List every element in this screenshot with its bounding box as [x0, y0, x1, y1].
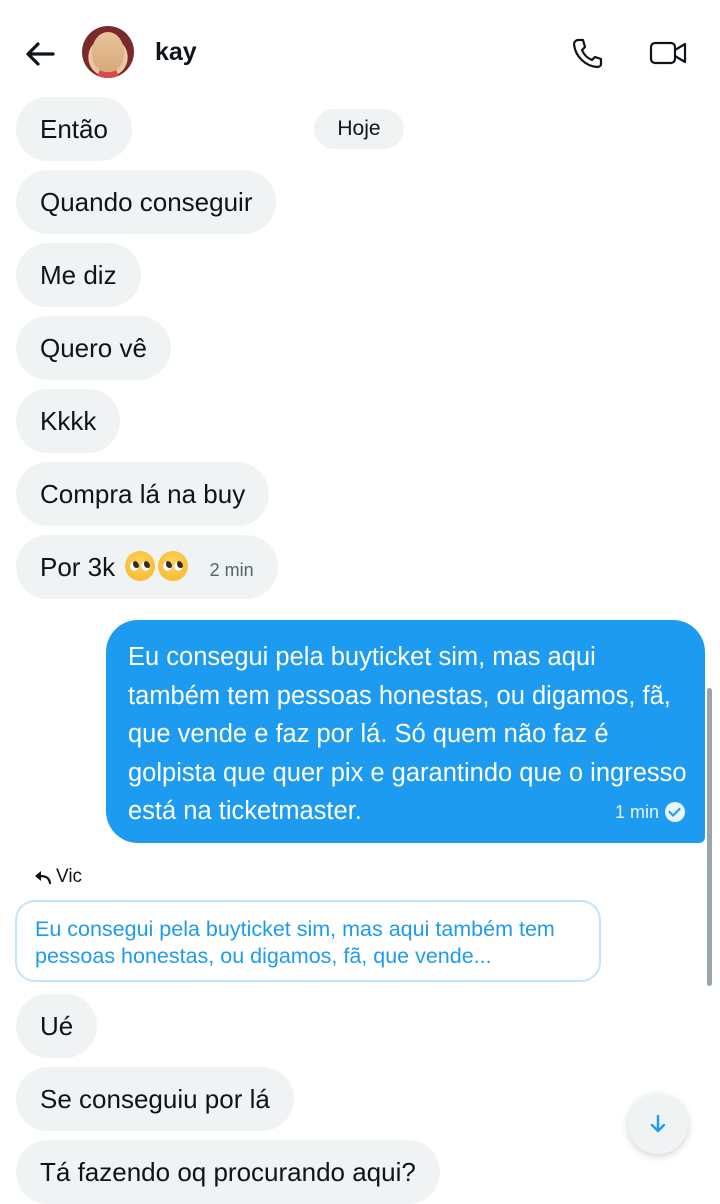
message-text: Se conseguiu por lá: [40, 1084, 270, 1114]
message-text: Então: [40, 114, 108, 144]
reply-author: Vic: [56, 866, 83, 887]
message-text: Me diz: [40, 260, 117, 290]
scroll-to-bottom-button[interactable]: [628, 1094, 688, 1154]
message-bubble-incoming[interactable]: Ué: [16, 994, 98, 1058]
call-button[interactable]: [570, 36, 604, 70]
reply-indicator: Vic: [34, 866, 82, 888]
message-text: Eu consegui pela buyticket sim, mas aqui…: [128, 643, 687, 825]
message-text: Ué: [40, 1011, 74, 1041]
message-timestamp: 1 min: [614, 801, 659, 822]
phone-icon: [572, 38, 603, 69]
message-bubble-incoming[interactable]: Quando conseguir: [16, 170, 277, 234]
check-circle-icon: [665, 801, 685, 822]
message-bubble-incoming[interactable]: Se conseguiu por lá: [16, 1067, 294, 1131]
video-call-button[interactable]: [648, 36, 688, 70]
arrow-down-icon: [650, 1114, 666, 1133]
message-text: Kkkk: [40, 406, 97, 436]
video-camera-icon: [649, 41, 687, 65]
message-bubble-incoming[interactable]: Por 3k 2 min: [16, 535, 278, 599]
quoted-message[interactable]: Eu consegui pela buyticket sim, mas aqui…: [15, 900, 601, 982]
avatar[interactable]: [82, 26, 134, 78]
message-timestamp: 2 min: [209, 560, 254, 580]
day-divider: Hoje: [314, 109, 404, 149]
message-bubble-outgoing[interactable]: Eu consegui pela buyticket sim, mas aqui…: [106, 620, 705, 843]
message-text: Quando conseguir: [40, 187, 253, 217]
arrow-left-icon: [26, 42, 55, 66]
message-text: Quero vê: [40, 333, 147, 363]
message-bubble-incoming[interactable]: Compra lá na buy: [16, 462, 270, 526]
message-text: Compra lá na buy: [40, 479, 246, 509]
message-bubble-incoming[interactable]: Me diz: [16, 243, 141, 307]
contact-name[interactable]: kay: [155, 38, 197, 67]
message-text: Tá fazendo oq procurando aqui?: [40, 1157, 416, 1187]
message-bubble-incoming[interactable]: Quero vê: [16, 316, 171, 380]
message-meta: 1 min: [615, 793, 685, 832]
reply-arrow-icon: [35, 871, 52, 885]
pleading-face-emoji-icon: [158, 551, 189, 581]
quoted-text: Eu consegui pela buyticket sim, mas aqui…: [35, 917, 555, 968]
pleading-face-emoji-icon: [125, 551, 156, 581]
back-button[interactable]: [22, 36, 58, 72]
message-bubble-incoming[interactable]: Kkkk: [16, 389, 121, 453]
scrollbar[interactable]: [707, 688, 712, 986]
message-text: Por 3k: [40, 552, 116, 582]
message-bubble-incoming[interactable]: Então: [16, 97, 132, 161]
conversation-header: kay: [0, 0, 720, 100]
message-bubble-incoming[interactable]: Tá fazendo oq procurando aqui?: [16, 1140, 440, 1204]
